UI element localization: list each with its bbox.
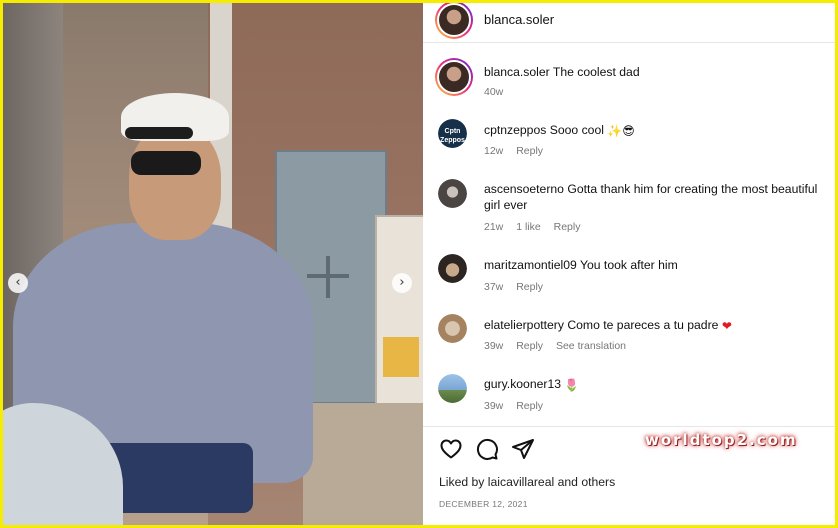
reply-button[interactable]: Reply: [516, 400, 543, 412]
caption-avatar[interactable]: [435, 58, 473, 96]
comment-bubble-icon: [476, 438, 498, 460]
caption-text: The coolest dad: [552, 65, 640, 79]
author-avatar[interactable]: [435, 3, 473, 39]
caption-meta: 40w: [484, 86, 513, 98]
likes-and: and: [557, 475, 578, 489]
comment-item: maritzamontiel09 You took after him: [484, 257, 834, 273]
photo-sunglasses: [131, 151, 201, 175]
post-photo[interactable]: ‹ ›: [3, 3, 423, 525]
red-heart-emoji: ❤: [721, 318, 732, 333]
photo-fuel-pump: [375, 215, 423, 409]
comment-text: Como te pareces a tu padre: [567, 318, 719, 332]
photo-man-head: [129, 125, 221, 240]
comment-item: cptnzeppos Sooo cool ✨😎: [484, 122, 834, 139]
comment-item: gury.kooner13 🌷: [484, 376, 834, 393]
comment-age: 39w: [484, 340, 504, 352]
reply-button[interactable]: Reply: [554, 221, 581, 233]
post-side-panel: blanca.soler blanca.soler The coolest da…: [423, 3, 835, 525]
author-username[interactable]: blanca.soler: [484, 12, 554, 27]
commenter-avatar[interactable]: [438, 254, 467, 283]
comment-button[interactable]: [475, 437, 499, 461]
comment-meta: 12w Reply: [484, 145, 553, 157]
comment-meta: 39w Reply: [484, 400, 553, 412]
comment-username[interactable]: elatelierpottery: [484, 318, 564, 332]
carousel-prev-button[interactable]: ‹: [8, 273, 28, 293]
reply-button[interactable]: Reply: [516, 145, 543, 157]
commenter-avatar[interactable]: [438, 374, 467, 403]
caption-username[interactable]: blanca.soler: [484, 65, 550, 79]
caption-age: 40w: [484, 86, 504, 98]
actions-divider: [423, 426, 835, 427]
comment-meta: 37w Reply: [484, 281, 553, 293]
chevron-right-icon: ›: [399, 275, 405, 290]
tulip-emoji: 🌷: [564, 377, 580, 392]
photo-curb: [303, 403, 423, 525]
post-date: DECEMBER 12, 2021: [439, 499, 528, 509]
comment-username[interactable]: maritzamontiel09: [484, 258, 577, 272]
comment-item: elatelierpottery Como te pareces a tu pa…: [484, 317, 834, 334]
reply-button[interactable]: Reply: [516, 281, 543, 293]
likes-summary: Liked by laicavillareal and others: [439, 475, 615, 489]
comment-meta: 21w 1 like Reply: [484, 221, 590, 233]
comment-age: 12w: [484, 145, 504, 157]
comment-meta: 39w Reply See translation: [484, 340, 636, 352]
commenter-avatar[interactable]: [438, 179, 467, 208]
instagram-post-window: ‹ › blanca.soler blanca.soler The cooles…: [3, 3, 835, 525]
send-paper-plane-icon: [512, 439, 534, 459]
like-button[interactable]: [439, 437, 463, 461]
comment-item: ascensoeterno Gotta thank him for creati…: [484, 181, 834, 213]
share-button[interactable]: [511, 437, 535, 461]
see-translation-link[interactable]: See translation: [556, 340, 626, 352]
comment-likes-count[interactable]: 1 like: [516, 221, 541, 233]
header-divider: [423, 42, 835, 43]
comment-username[interactable]: gury.kooner13: [484, 377, 561, 391]
post-actions-bar: [439, 437, 639, 463]
caption: blanca.soler The coolest dad: [484, 64, 834, 80]
commenter-avatar[interactable]: [438, 314, 467, 343]
likes-user-link[interactable]: laicavillareal: [488, 475, 554, 489]
watermark-logo: worldtop2.com: [645, 431, 798, 449]
likes-prefix: Liked by: [439, 475, 485, 489]
reply-button[interactable]: Reply: [516, 340, 543, 352]
comment-text: You took after him: [579, 258, 678, 272]
comment-age: 37w: [484, 281, 504, 293]
comment-age: 39w: [484, 400, 504, 412]
comment-text: Sooo cool: [549, 123, 604, 137]
comment-username[interactable]: ascensoeterno: [484, 182, 564, 196]
heart-outline-icon: [440, 439, 462, 459]
commenter-avatar[interactable]: Cptn Zeppos: [438, 119, 467, 148]
comment-age: 21w: [484, 221, 504, 233]
comment-username[interactable]: cptnzeppos: [484, 123, 546, 137]
chevron-left-icon: ‹: [15, 275, 21, 290]
sparkles-sunglasses-emoji: ✨😎: [607, 123, 635, 138]
photo-hat-brim: [125, 127, 193, 139]
likes-others-link[interactable]: others: [581, 475, 615, 489]
carousel-next-button[interactable]: ›: [392, 273, 412, 293]
